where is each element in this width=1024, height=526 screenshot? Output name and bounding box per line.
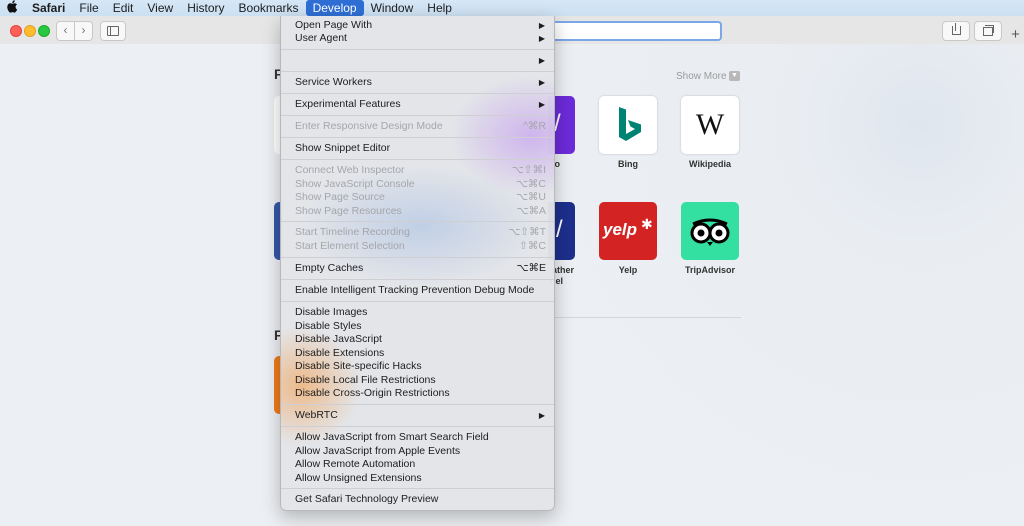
- menu-history[interactable]: History: [180, 0, 231, 16]
- menu-bookmarks[interactable]: Bookmarks: [232, 0, 306, 16]
- menu-item-allow-js-apple-events[interactable]: Allow JavaScript from Apple Events: [281, 445, 554, 458]
- menu-item-disable-cross-origin-restrictions[interactable]: Disable Cross-Origin Restrictions: [281, 387, 554, 400]
- menu-item-open-page-with[interactable]: Open Page With ▶: [281, 19, 554, 32]
- menu-item-empty-caches[interactable]: Empty Caches ⌥⌘E: [281, 262, 554, 275]
- menu-separator: [281, 71, 554, 72]
- menu-develop[interactable]: Develop: [305, 0, 364, 16]
- tile-label-wikipedia: Wikipedia: [689, 159, 731, 169]
- menu-bar: Safari File Edit View History Bookmarks …: [0, 0, 1024, 16]
- menu-separator: [281, 279, 554, 280]
- tile-label-yelp: Yelp: [618, 265, 638, 275]
- menu-item-show-javascript-console: Show JavaScript Console ⌥⌘C: [295, 177, 546, 190]
- zoom-window-button[interactable]: [38, 25, 50, 37]
- menu-item-connect-web-inspector: Connect Web Inspector ⌥⇧⌘I: [295, 164, 546, 176]
- share-icon: [952, 26, 961, 35]
- menu-separator: [281, 115, 554, 116]
- chevron-down-icon[interactable]: ▼: [729, 71, 740, 81]
- menu-item-show-snippet-editor[interactable]: Show Snippet Editor: [281, 142, 554, 155]
- tile-label-bing: Bing: [618, 159, 638, 169]
- menu-item-disable-javascript[interactable]: Disable JavaScript: [281, 333, 554, 346]
- menu-file[interactable]: File: [72, 0, 105, 16]
- menu-item-start-timeline-recording: Start Timeline Recording ⌥⇧⌘T: [295, 226, 546, 238]
- tripadvisor-tile[interactable]: [681, 202, 739, 260]
- menu-item-disable-styles[interactable]: Disable Styles: [281, 320, 554, 333]
- menu-item-start-element-selection: Start Element Selection ⇧⌘C: [295, 240, 546, 252]
- submenu-arrow-icon: ▶: [538, 56, 545, 65]
- menu-separator: [281, 257, 554, 258]
- menu-window[interactable]: Window: [364, 0, 421, 16]
- show-tabs-button[interactable]: [974, 21, 1002, 41]
- menu-item-allow-js-smart-search[interactable]: Allow JavaScript from Smart Search Field: [281, 431, 554, 444]
- menu-item-disable-local-file-restrictions[interactable]: Disable Local File Restrictions: [281, 374, 554, 387]
- submenu-arrow-icon: ▶: [538, 411, 545, 420]
- bing-tile[interactable]: [599, 96, 657, 154]
- tile-label-tripadvisor: TripAdvisor: [684, 265, 735, 275]
- yelp-logo-icon: yelp: [603, 220, 638, 239]
- menu-help[interactable]: Help: [420, 0, 459, 16]
- submenu-arrow-icon: ▶: [538, 100, 545, 109]
- tile-glyph: /: [554, 110, 561, 137]
- menu-item-device-submenu[interactable]: ▶: [281, 54, 554, 67]
- menu-separator: [281, 404, 554, 405]
- minimize-window-button[interactable]: [24, 25, 36, 37]
- menu-item-webrtc[interactable]: WebRTC ▶: [281, 409, 554, 422]
- menu-separator: [281, 426, 554, 427]
- menu-item-show-page-resources: Show Page Resources ⌥⌘A: [295, 204, 546, 217]
- address-bar[interactable]: [552, 21, 722, 41]
- menu-item-user-agent[interactable]: User Agent ▶: [281, 32, 554, 45]
- forward-button[interactable]: ›: [74, 21, 93, 41]
- menu-view[interactable]: View: [140, 0, 180, 16]
- menu-item-get-technology-preview[interactable]: Get Safari Technology Preview: [281, 493, 554, 506]
- new-tab-button[interactable]: +: [1007, 26, 1024, 44]
- wikipedia-tile[interactable]: W: [681, 96, 739, 154]
- menu-item-disable-site-hacks[interactable]: Disable Site-specific Hacks: [281, 360, 554, 373]
- develop-menu: Open Page With ▶ User Agent ▶ ▶ Service Wo…: [280, 16, 555, 511]
- yelp-burst-icon: ✱: [641, 216, 653, 232]
- menu-separator: [281, 221, 554, 222]
- menu-separator: [281, 49, 554, 50]
- menu-separator: [281, 93, 554, 94]
- menu-item-responsive-design-mode: Enter Responsive Design Mode ^⌘R: [295, 120, 546, 132]
- tripadvisor-owl-icon: [690, 218, 730, 246]
- menu-item-itp-debug-mode[interactable]: Enable Intelligent Tracking Prevention D…: [281, 284, 554, 297]
- yelp-tile[interactable]: yelp ✱: [599, 202, 657, 260]
- menu-item-allow-unsigned-extensions[interactable]: Allow Unsigned Extensions: [281, 472, 554, 485]
- show-more-link[interactable]: Show More: [676, 71, 727, 82]
- menu-separator: [281, 137, 554, 138]
- submenu-arrow-icon: ▶: [538, 21, 545, 30]
- menu-item-disable-images[interactable]: Disable Images: [281, 306, 554, 319]
- back-button[interactable]: ‹: [56, 21, 75, 41]
- menu-edit[interactable]: Edit: [106, 0, 141, 16]
- apple-menu-icon[interactable]: [0, 0, 25, 16]
- menu-item-service-workers[interactable]: Service Workers ▶: [281, 76, 554, 89]
- share-button[interactable]: [942, 21, 970, 41]
- sidebar-toggle-button[interactable]: [100, 21, 126, 41]
- menu-separator: [281, 488, 554, 489]
- menu-item-disable-extensions[interactable]: Disable Extensions: [281, 347, 554, 360]
- wikipedia-logo-icon: W: [695, 108, 725, 141]
- menu-separator: [281, 301, 554, 302]
- close-window-button[interactable]: [10, 25, 22, 37]
- section-divider: [555, 317, 741, 318]
- menu-separator: [281, 159, 554, 160]
- menu-item-allow-remote-automation[interactable]: Allow Remote Automation: [281, 458, 554, 471]
- submenu-arrow-icon: ▶: [538, 34, 545, 43]
- menu-item-show-page-source: Show Page Source ⌥⌘U: [295, 191, 546, 203]
- menu-safari[interactable]: Safari: [25, 0, 72, 16]
- tile-glyph: /: [556, 216, 563, 243]
- submenu-arrow-icon: ▶: [538, 78, 545, 87]
- sidebar-icon: [107, 26, 119, 36]
- bing-logo-icon: [619, 107, 641, 141]
- menu-item-experimental-features[interactable]: Experimental Features ▶: [281, 98, 554, 111]
